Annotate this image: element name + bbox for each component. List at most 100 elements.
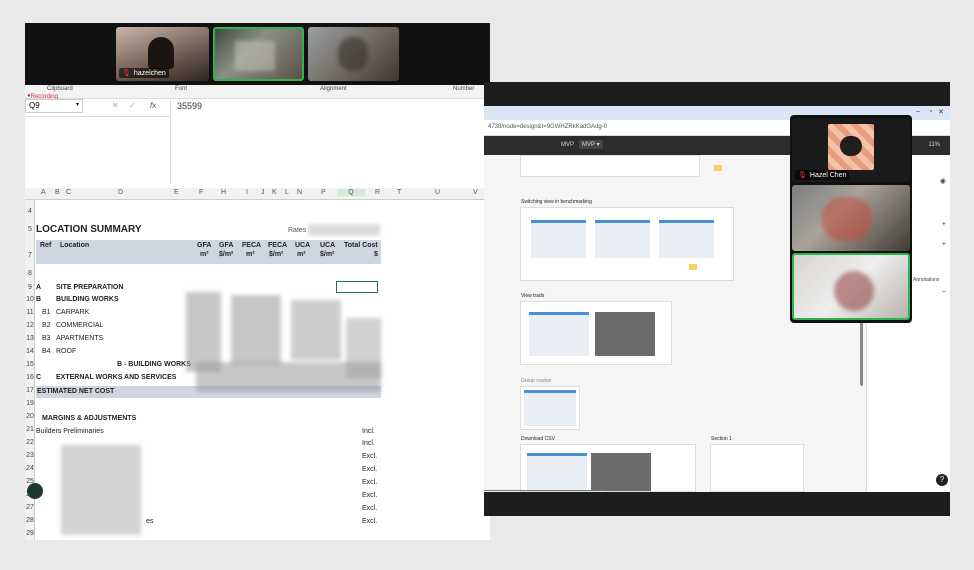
row-14[interactable]: 14 [25, 348, 35, 355]
frame-view-trads[interactable] [520, 301, 672, 365]
add-icon[interactable]: + [942, 221, 946, 228]
redacted-cell [308, 224, 380, 236]
col-e[interactable]: E [174, 189, 179, 196]
eye-icon[interactable]: ◉ [940, 177, 946, 185]
participant-tile-2[interactable] [792, 185, 910, 251]
row-13[interactable]: 13 [25, 335, 35, 342]
row-15[interactable]: 15 [25, 361, 35, 368]
status-cell: Excl. [362, 479, 378, 486]
line-b2-ref: B2 [42, 322, 51, 329]
line-c-ref: C [36, 374, 42, 381]
row-5[interactable]: 5 [25, 226, 35, 233]
frame-download-csv[interactable] [520, 444, 696, 492]
floating-meeting-strip[interactable]: 🎙 Hazel Chen [790, 115, 912, 323]
url-text: 4738/node=design&t=9GWHZRkKadGAdg-0 [488, 124, 608, 130]
blurred-video [834, 271, 874, 311]
help-button[interactable]: ? [936, 474, 948, 486]
modal-preview [595, 312, 655, 356]
row-24[interactable]: 24 [25, 465, 35, 472]
minimize-icon[interactable]: – [916, 108, 920, 115]
col-t[interactable]: T [397, 189, 401, 196]
frame-group-navbar[interactable] [520, 386, 580, 430]
ribbon-group-alignment[interactable]: Alignment [320, 86, 347, 92]
function-icon[interactable]: fx [150, 101, 156, 110]
row-27[interactable]: 27 [25, 504, 35, 511]
participant-name-tag: 🎙 Hazel Chen [795, 170, 850, 180]
col-a[interactable]: A [41, 189, 46, 196]
ribbon-group-number[interactable]: Number [453, 86, 474, 92]
line-b1-label: CARPARK [56, 309, 90, 316]
ribbon-group-clipboard[interactable]: Clipboard [47, 86, 73, 92]
col-j[interactable]: J [261, 189, 265, 196]
row-11[interactable]: 11 [25, 309, 35, 316]
formula-value: 35599 [177, 101, 203, 111]
participant-tile-hazel-chen[interactable]: 🎙 Hazel Chen [792, 118, 910, 182]
mini-screen [529, 312, 589, 356]
header-total-unit: $ [374, 251, 378, 258]
row-29[interactable]: 29 [25, 530, 35, 537]
status-cell: Excl. [362, 492, 378, 499]
col-i[interactable]: I [246, 189, 248, 196]
spreadsheet-grid[interactable]: LOCATION SUMMARY Rates Ref Location GFA … [36, 200, 406, 540]
confirm-icon[interactable]: ✓ [129, 101, 136, 110]
panel-label: Annotations [913, 277, 940, 283]
col-k[interactable]: K [272, 189, 277, 196]
frame-top[interactable] [520, 155, 700, 177]
participant-tile-hazel[interactable]: 🎙 hazelchen [116, 27, 209, 81]
line-b-ref: B [36, 296, 42, 303]
row-9[interactable]: 9 [25, 284, 35, 291]
col-c[interactable]: C [66, 189, 71, 196]
redacted-block [196, 362, 381, 392]
row-16[interactable]: 16 [25, 374, 35, 381]
formula-input[interactable]: 35599 [170, 99, 490, 184]
minus-icon[interactable]: − [942, 289, 946, 296]
participant-tile-3[interactable] [308, 27, 399, 81]
row-21[interactable]: 21 [25, 426, 35, 433]
zoom-level[interactable]: 11% [928, 142, 940, 148]
row-20[interactable]: 20 [25, 413, 35, 420]
mini-screen [531, 220, 586, 258]
sticky-note[interactable] [714, 165, 722, 171]
redacted-block [61, 445, 141, 535]
cancel-icon[interactable]: ✕ [112, 101, 119, 110]
frame-switching-view[interactable] [520, 207, 734, 281]
row-8[interactable]: 8 [25, 270, 35, 277]
col-f[interactable]: F [199, 189, 203, 196]
row-28[interactable]: 28 [25, 517, 35, 524]
name-box[interactable]: Q9 ▾ [25, 99, 83, 113]
row-19[interactable]: 19 [25, 400, 35, 407]
page-selector[interactable]: MVP ▾ [579, 140, 603, 149]
ribbon-group-font[interactable]: Font [175, 86, 187, 92]
col-r[interactable]: R [375, 189, 380, 196]
participant-tile-3[interactable] [792, 253, 910, 320]
sheet-title: LOCATION SUMMARY [36, 224, 142, 235]
mini-screen [659, 220, 714, 258]
scrollbar-horizontal[interactable] [484, 490, 604, 491]
row-10[interactable]: 10 [25, 296, 35, 303]
selected-cell-q9[interactable] [336, 281, 378, 293]
row-7[interactable]: 7 [25, 252, 35, 259]
row-12[interactable]: 12 [25, 322, 35, 329]
maximize-icon[interactable]: ▫ [930, 108, 932, 115]
row-4[interactable]: 4 [25, 208, 35, 215]
col-v[interactable]: V [473, 189, 478, 196]
row-17[interactable]: 17 [25, 387, 35, 394]
col-p[interactable]: P [321, 189, 326, 196]
col-l[interactable]: L [285, 189, 289, 196]
col-d[interactable]: D [118, 189, 123, 196]
frame-section-1[interactable] [710, 444, 804, 492]
col-b[interactable]: B [55, 189, 60, 196]
close-icon[interactable]: ✕ [938, 108, 944, 116]
col-n[interactable]: N [297, 189, 302, 196]
row-23[interactable]: 23 [25, 452, 35, 459]
redacted-block [291, 300, 341, 360]
line-prelims: Builders Preliminaries [36, 428, 104, 435]
col-h[interactable]: H [221, 189, 226, 196]
col-q-selected[interactable]: Q [337, 189, 365, 196]
add-icon[interactable]: + [942, 241, 946, 248]
row-22[interactable]: 22 [25, 439, 35, 446]
participant-tile-2[interactable] [213, 27, 304, 81]
file-name[interactable]: MVP [561, 142, 574, 148]
col-u[interactable]: U [435, 189, 440, 196]
header-location: Location [60, 242, 90, 249]
